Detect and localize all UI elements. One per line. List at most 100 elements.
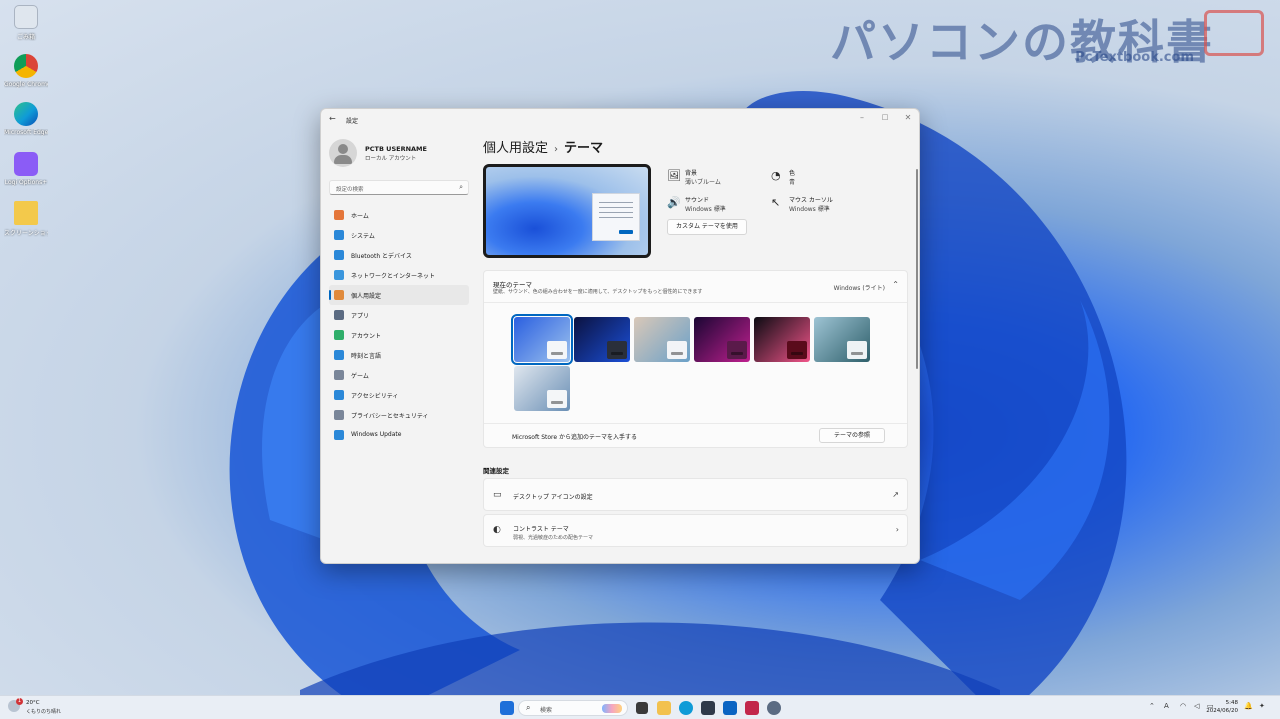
chevron-up-icon[interactable]: ⌃	[1149, 702, 1155, 710]
current-theme-header[interactable]: 現在のテーマ 壁紙、サウンド、色の組み合わせを一度に適用して、デスクトップをもっ…	[484, 271, 907, 303]
notification-bell-icon[interactable]: 🔔	[1244, 702, 1253, 710]
account-type: ローカル アカウント	[365, 156, 417, 162]
apps-icon	[334, 310, 344, 320]
snipping-tool-icon[interactable]	[745, 701, 759, 715]
contrast-theme-row[interactable]: ◐ コントラスト テーマ 弱視、光過敏症のための配色テーマ ›	[483, 514, 908, 547]
taskbar-search[interactable]: ⌕ 検索	[518, 700, 628, 716]
sidebar-item-label: Windows Update	[351, 431, 402, 438]
breadcrumb-parent[interactable]: 個人用設定	[483, 141, 548, 156]
desktop-icon-recycle-bin[interactable]: ごみ箱	[4, 5, 48, 41]
theme-thumbnail-windows-dark[interactable]	[574, 317, 630, 362]
theme-thumbnail-captured-motion[interactable]	[694, 317, 750, 362]
back-arrow-icon[interactable]: ←	[329, 114, 336, 123]
desktop-icon-label: ごみ箱	[16, 34, 35, 41]
contrast-theme-desc: 弱視、光過敏症のための配色テーマ	[513, 535, 594, 541]
sidebar-item-home[interactable]: ホーム	[329, 205, 469, 225]
sidebar-item-system[interactable]: システム	[329, 225, 469, 245]
sidebar-item-label: アクセシビリティ	[351, 393, 399, 400]
store-icon[interactable]	[701, 701, 715, 715]
sidebar-item-personalization[interactable]: 個人用設定	[329, 285, 469, 305]
desktop-icon-settings-row[interactable]: ▭ デスクトップ アイコンの設定 ↗	[483, 478, 908, 511]
sidebar-item-accounts[interactable]: アカウント	[329, 325, 469, 345]
theme-thumbnail-flow[interactable]	[754, 317, 810, 362]
chevron-up-icon: ⌃	[892, 280, 899, 289]
sound-setting[interactable]: 🔊 サウンド Windows 標準	[667, 194, 777, 218]
theme-window-preview	[607, 341, 627, 359]
sidebar-item-label: アカウント	[351, 333, 382, 340]
minimize-icon[interactable]: –	[855, 113, 869, 122]
edge-icon	[14, 102, 38, 126]
start-button-icon[interactable]	[500, 701, 514, 715]
maximize-icon[interactable]: □	[878, 113, 892, 121]
sidebar-item-bluetooth[interactable]: Bluetooth とデバイス	[329, 245, 469, 265]
sidebar-item-label: ホーム	[351, 213, 369, 220]
watermark-logo: パソコンの教科書 PcTextbook.com	[830, 6, 1270, 69]
external-link-icon: ↗	[892, 490, 899, 499]
cursor-icon: ↖	[771, 196, 781, 209]
cursor-value: Windows 標準	[789, 206, 830, 213]
notification-badge: 1	[16, 698, 23, 705]
book-icon	[1204, 10, 1264, 56]
cursor-setting[interactable]: ↖ マウス カーソル Windows 標準	[771, 194, 881, 218]
user-profile[interactable]: PCTB USERNAME ローカル アカウント	[329, 139, 479, 169]
close-icon[interactable]: ✕	[901, 113, 915, 122]
background-setting[interactable]: 🖼 背景 薄いブルーム	[667, 167, 777, 191]
sidebar-item-time-language[interactable]: 時刻と言語	[329, 345, 469, 365]
desktop-icon-screenshots[interactable]: スクリーンショット	[4, 201, 48, 237]
theme-window-preview	[547, 390, 567, 408]
theme-thumbnail-windows-light[interactable]	[511, 314, 573, 365]
file-explorer-icon[interactable]	[657, 701, 671, 715]
volume-icon[interactable]: ◁	[1194, 702, 1199, 710]
watermark-site: PcTextbook.com	[1075, 50, 1194, 65]
weather-temp: 20°C	[26, 700, 40, 706]
contrast-icon: ◐	[493, 525, 501, 535]
sidebar-item-shield[interactable]: プライバシーとセキュリティ	[329, 405, 469, 425]
search-highlight-art	[602, 704, 622, 713]
desktop-icon-label: Logi Options+	[4, 179, 48, 186]
weather-widget[interactable]: 1 20°C くもりのち晴れ	[8, 698, 78, 716]
browse-themes-button[interactable]: テーマの参照	[818, 428, 885, 443]
theme-window-preview	[547, 341, 567, 359]
desktop-icon-chrome[interactable]: Google Chrome	[4, 54, 48, 88]
sidebar-item-accessibility[interactable]: アクセシビリティ	[329, 385, 469, 405]
edge-icon[interactable]	[679, 701, 693, 715]
shield-icon	[334, 410, 344, 420]
sidebar-item-apps[interactable]: アプリ	[329, 305, 469, 325]
sidebar-item-windows-update[interactable]: Windows Update	[329, 425, 469, 445]
theme-thumbnail-sunrise[interactable]	[814, 317, 870, 362]
settings-icon[interactable]	[767, 701, 781, 715]
sidebar-nav: ホームシステム Bluetooth とデバイス ネットワークとインターネット 個人用設…	[329, 205, 469, 445]
theme-thumbnail-bloom-gray[interactable]	[514, 366, 570, 411]
chevron-right-icon: ›	[895, 525, 899, 534]
clock[interactable]: 5:48 2024/06/20	[1206, 699, 1238, 715]
breadcrumb-separator: ›	[554, 144, 559, 155]
settings-search-input[interactable]: 設定の検索 ⌕	[329, 180, 469, 195]
sidebar-item-label: 時刻と言語	[351, 353, 382, 360]
scrollbar[interactable]	[916, 169, 918, 369]
color-setting[interactable]: ◔ 色 青	[771, 167, 881, 191]
search-placeholder: 設定の検索	[336, 187, 364, 193]
copilot-icon[interactable]: ✦	[1259, 702, 1265, 710]
desktop-icon-logi-options[interactable]: Logi Options+	[4, 152, 48, 186]
outlook-icon[interactable]	[723, 701, 737, 715]
speaker-icon: 🔊	[667, 196, 681, 209]
sidebar-item-network[interactable]: ネットワークとインターネット	[329, 265, 469, 285]
sidebar-item-gaming[interactable]: ゲーム	[329, 365, 469, 385]
theme-window-preview	[847, 341, 867, 359]
background-title: 背景	[685, 170, 698, 177]
ime-icon[interactable]: A	[1164, 702, 1169, 710]
palette-icon: ◔	[771, 169, 781, 182]
system-icon	[334, 230, 344, 240]
wifi-icon[interactable]: ◠	[1180, 702, 1186, 710]
taskbar: 1 20°C くもりのち晴れ ⌕ 検索 ⌃ A ◠ ◁ ▭ 5:48 2024/…	[0, 695, 1280, 719]
desktop-icon-edge[interactable]: Microsoft Edge	[4, 102, 48, 136]
task-view-icon[interactable]	[636, 702, 648, 714]
taskbar-search-placeholder: 検索	[540, 707, 553, 714]
color-title: 色	[789, 170, 796, 177]
use-custom-theme-button[interactable]: カスタム テーマを使用	[667, 219, 747, 235]
settings-window: ← 設定 – □ ✕ PCTB USERNAME ローカル アカウント 設定の検…	[320, 108, 920, 564]
current-theme-card: 現在のテーマ 壁紙、サウンド、色の組み合わせを一度に適用して、デスクトップをもっ…	[483, 270, 908, 448]
theme-thumbnail-glow[interactable]	[634, 317, 690, 362]
search-icon: ⌕	[459, 183, 463, 191]
user-name: PCTB USERNAME	[365, 145, 427, 153]
